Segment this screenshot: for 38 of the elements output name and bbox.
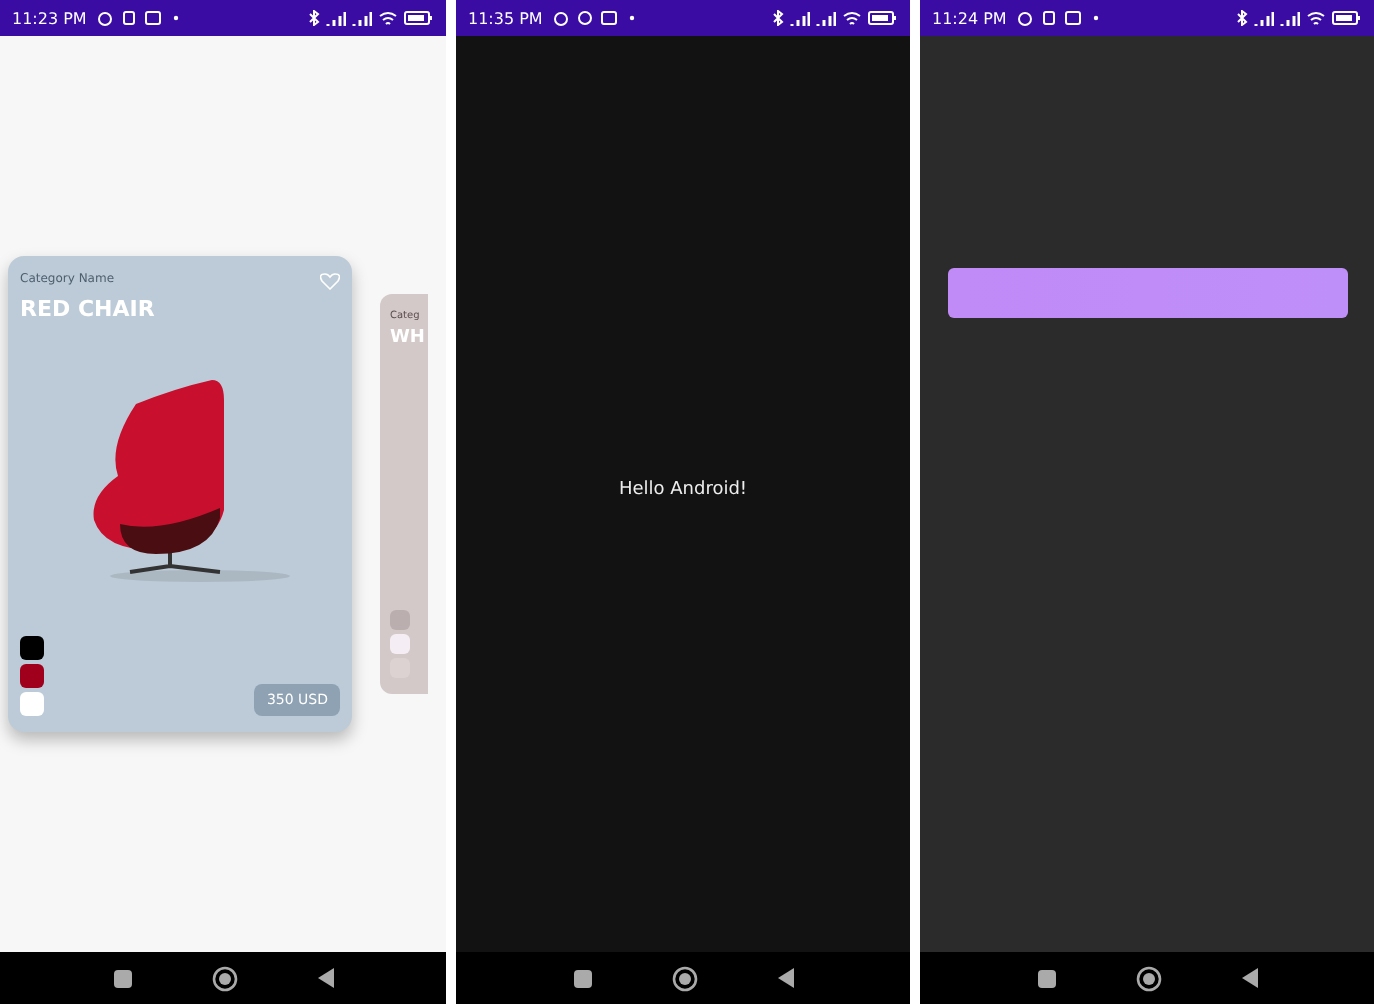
recents-button[interactable] (113, 969, 131, 987)
status-time: 11:23 PM (12, 9, 87, 27)
bluetooth-icon (772, 10, 784, 26)
wifi-icon (378, 10, 398, 26)
signal-icon (1280, 10, 1300, 26)
wifi-icon (1306, 10, 1326, 26)
battery-icon (868, 10, 898, 26)
back-button[interactable] (777, 968, 793, 988)
wifi-icon (842, 10, 862, 26)
status-time: 11:35 PM (468, 9, 543, 27)
signal-icon (326, 10, 346, 26)
status-time: 11:24 PM (932, 9, 1007, 27)
battery-icon (404, 10, 434, 26)
signal-icon (352, 10, 372, 26)
color-swatch[interactable] (20, 692, 44, 716)
bluetooth-icon (1236, 10, 1248, 26)
back-button[interactable] (317, 968, 333, 988)
greeting-text: Hello Android! (618, 480, 748, 500)
home-button[interactable] (211, 965, 237, 991)
recents-button[interactable] (1037, 969, 1055, 987)
product-title: RED CHAIR (20, 296, 157, 322)
battery-icon (1332, 10, 1362, 26)
home-button[interactable] (671, 965, 697, 991)
color-swatch[interactable] (20, 664, 44, 688)
signal-icon (1254, 10, 1274, 26)
color-swatch[interactable] (390, 634, 410, 654)
home-button[interactable] (1135, 965, 1161, 991)
back-button[interactable] (1241, 968, 1257, 988)
alarm-clock-icon (1016, 10, 1035, 26)
alarm-clock-icon (552, 10, 571, 26)
bluetooth-icon (308, 10, 320, 26)
signal-icon (816, 10, 836, 26)
color-swatch[interactable] (390, 610, 410, 630)
signal-icon (790, 10, 810, 26)
alarm-clock-icon (96, 10, 115, 26)
action-button[interactable] (947, 267, 1347, 317)
recents-button[interactable] (573, 969, 591, 987)
color-swatch[interactable] (20, 636, 44, 660)
